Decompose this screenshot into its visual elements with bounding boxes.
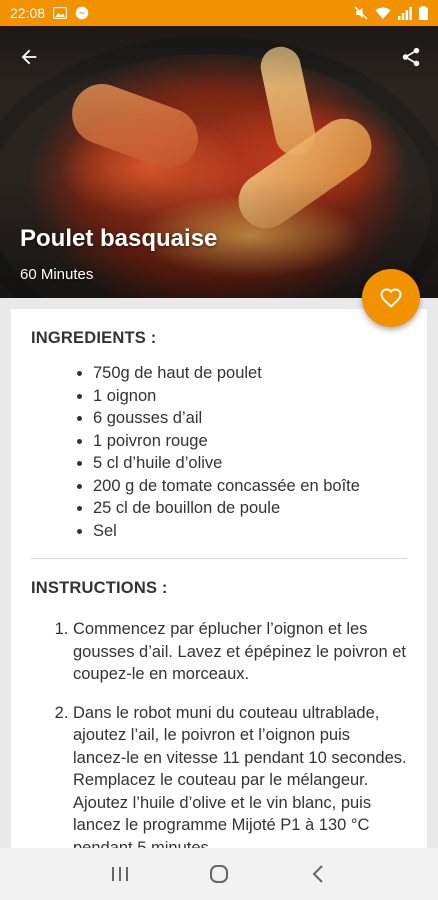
share-icon bbox=[402, 47, 420, 67]
share-button[interactable] bbox=[396, 42, 426, 72]
system-nav-bar bbox=[0, 848, 438, 900]
favorite-button[interactable] bbox=[362, 269, 420, 327]
recent-apps-icon bbox=[111, 867, 128, 881]
messenger-icon bbox=[75, 6, 89, 20]
instruction-step: Commencez par éplucher l’oignon et les g… bbox=[73, 618, 407, 686]
nav-back-button[interactable] bbox=[298, 854, 338, 894]
recipe-duration: 60 Minutes bbox=[20, 266, 94, 283]
recent-apps-button[interactable] bbox=[100, 854, 140, 894]
home-icon bbox=[209, 865, 228, 883]
ingredient-item: 200 g de tomate concassée en boîte bbox=[93, 475, 407, 498]
ingredient-item: 6 gousses d’ail bbox=[93, 407, 407, 430]
ingredient-item: 750g de haut de poulet bbox=[93, 362, 407, 385]
ingredient-item: 1 poivron rouge bbox=[93, 430, 407, 453]
back-icon bbox=[312, 865, 324, 883]
recipe-title: Poulet basquaise bbox=[20, 225, 218, 252]
instructions-title: INSTRUCTIONS : bbox=[31, 579, 168, 597]
recipe-details-card: INGREDIENTS : 750g de haut de poulet 1 o… bbox=[11, 309, 427, 869]
arrow-left-icon bbox=[21, 49, 37, 65]
image-icon bbox=[53, 7, 68, 19]
mute-icon bbox=[354, 6, 368, 20]
battery-icon bbox=[419, 6, 428, 20]
ingredient-item: Sel bbox=[93, 520, 407, 543]
status-bar: 22:08 bbox=[0, 0, 438, 26]
section-divider bbox=[31, 558, 407, 559]
ingredients-list: 750g de haut de poulet 1 oignon 6 gousse… bbox=[31, 362, 407, 542]
ingredients-title: INGREDIENTS : bbox=[31, 329, 157, 347]
wifi-icon bbox=[375, 7, 391, 20]
home-button[interactable] bbox=[199, 854, 239, 894]
ingredient-item: 5 cl d’huile d’olive bbox=[93, 452, 407, 475]
status-time: 22:08 bbox=[10, 5, 46, 21]
ingredient-item: 25 cl de bouillon de poule bbox=[93, 497, 407, 520]
back-button[interactable] bbox=[14, 42, 44, 72]
heart-outline-icon bbox=[380, 288, 402, 308]
recipe-hero-image: Poulet basquaise 60 Minutes bbox=[0, 26, 438, 298]
signal-icon bbox=[398, 6, 412, 20]
instruction-step: Dans le robot muni du couteau ultrablade… bbox=[73, 702, 407, 860]
instructions-list: Commencez par éplucher l’oignon et les g… bbox=[31, 618, 407, 859]
ingredient-item: 1 oignon bbox=[93, 385, 407, 408]
